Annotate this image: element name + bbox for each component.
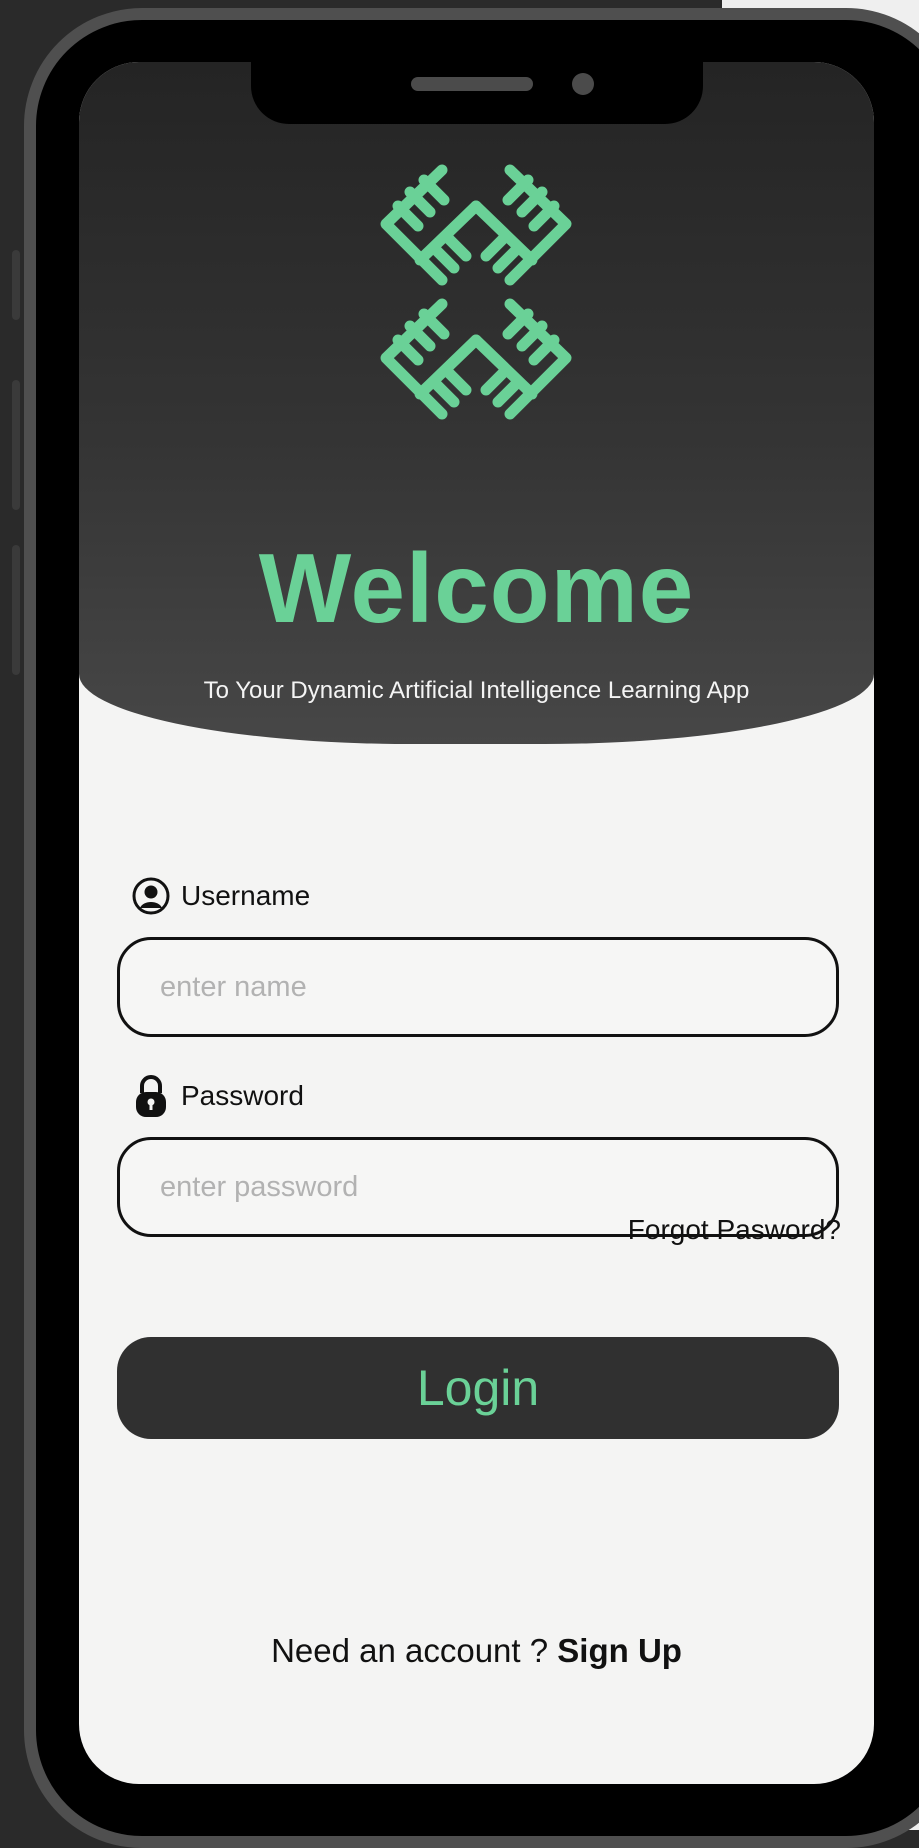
phone-screen: Welcome To Your Dynamic Artificial Intel… xyxy=(79,62,874,1784)
welcome-subtitle: To Your Dynamic Artificial Intelligence … xyxy=(203,677,750,704)
phone-notch xyxy=(251,62,703,124)
logo-lower-chevron xyxy=(380,298,572,420)
phone-side-button xyxy=(12,545,20,675)
welcome-title: Welcome xyxy=(258,533,695,643)
username-label-row: Username xyxy=(131,874,310,918)
phone-side-button xyxy=(12,380,20,510)
lock-icon xyxy=(131,1074,171,1118)
front-camera xyxy=(572,73,594,95)
logo-upper-chevron xyxy=(380,164,572,286)
password-label-row: Password xyxy=(131,1074,304,1118)
welcome-header: Welcome To Your Dynamic Artificial Intel… xyxy=(79,62,874,744)
signup-prompt-text: Need an account ? xyxy=(271,1632,549,1669)
login-button[interactable]: Login xyxy=(117,1337,839,1439)
signup-prompt: Need an account ? Sign Up xyxy=(79,1632,874,1670)
speaker-grille xyxy=(411,77,533,91)
username-input[interactable] xyxy=(117,937,839,1037)
signup-link[interactable]: Sign Up xyxy=(557,1632,682,1669)
app-logo-icon xyxy=(380,164,572,420)
phone-side-button xyxy=(12,250,20,320)
user-circle-icon xyxy=(131,874,171,918)
forgot-password-link[interactable]: Forgot Pasword? xyxy=(628,1214,841,1246)
username-label: Username xyxy=(181,880,311,911)
password-label: Password xyxy=(181,1080,304,1111)
